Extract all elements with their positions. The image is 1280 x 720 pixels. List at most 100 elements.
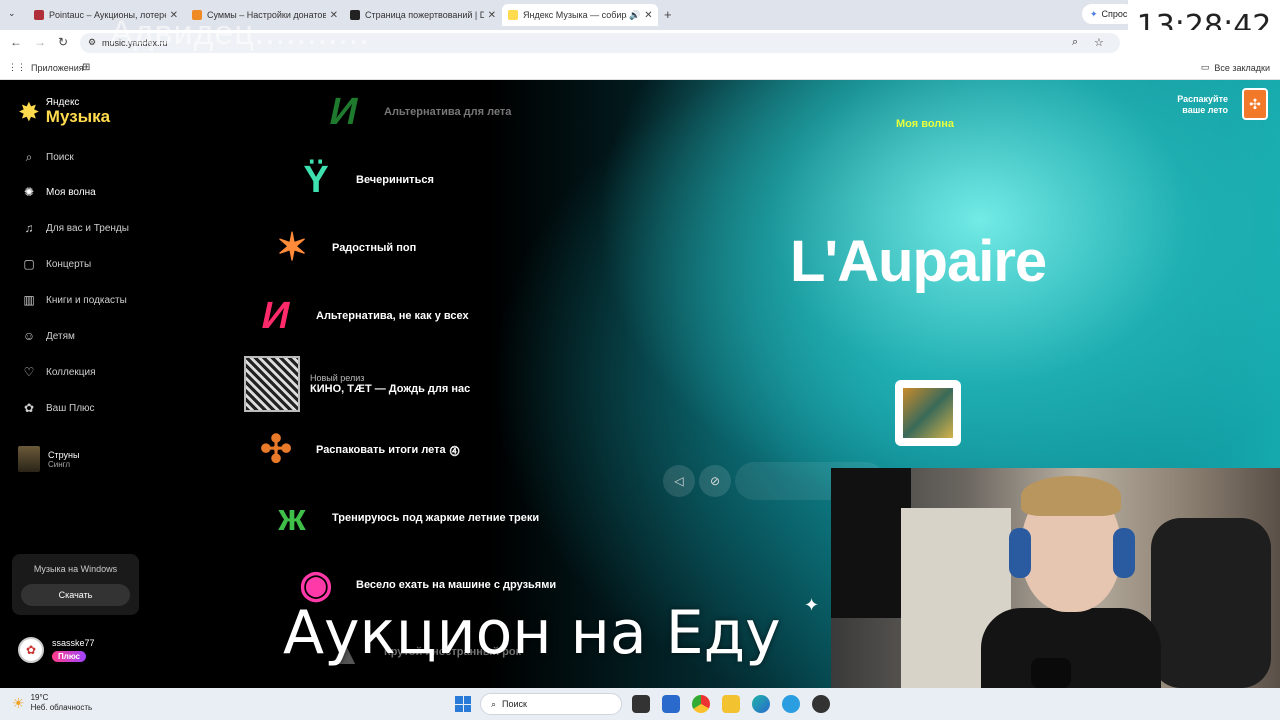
- search-icon: ⌕: [491, 698, 497, 709]
- forward-arrow-icon[interactable]: →: [34, 35, 46, 49]
- wave-shape-icon: И: [325, 91, 363, 133]
- sidebar-item-my-wave[interactable]: ✺ Моя волна: [22, 185, 96, 199]
- sparkle-icon: ✦: [1090, 8, 1098, 19]
- sidebar-item-collection[interactable]: ♡ Коллекция: [22, 365, 96, 379]
- wave-item-party[interactable]: Ÿ Вечериниться: [290, 156, 434, 204]
- tab-donation-page[interactable]: Страница пожертвований | D ✕: [344, 4, 496, 26]
- promo-butterfly-icon[interactable]: ✣: [1242, 88, 1268, 120]
- wave-shape-icon: И: [257, 295, 295, 337]
- taskbar-search[interactable]: ⌕ Поиск: [480, 693, 622, 715]
- streamer-hair: [1021, 476, 1121, 516]
- plus-badge: Плюс: [52, 651, 87, 662]
- background-monitor: [831, 468, 911, 618]
- webcam-overlay: [831, 468, 1280, 688]
- butterfly-icon: ✣: [260, 429, 292, 471]
- tab-audio-icon[interactable]: 🔊: [629, 10, 640, 21]
- sidebar-item-search[interactable]: ⌕ Поиск: [22, 150, 74, 165]
- windows-taskbar: ☀ 19°C Неб. облачность ⌕ Поиск: [0, 688, 1280, 720]
- sidebar-item-for-you[interactable]: ♫ Для вас и Тренды: [22, 221, 129, 235]
- blob-icon: ✶: [276, 227, 308, 269]
- download-button[interactable]: Скачать: [21, 584, 130, 606]
- avatar: ✿: [18, 637, 44, 663]
- telegram-icon[interactable]: [782, 695, 800, 713]
- weather-widget[interactable]: ☀ 19°C Неб. облачность: [12, 693, 92, 713]
- obs-icon[interactable]: [812, 695, 830, 713]
- broken-heart-icon: ⊘: [709, 474, 721, 488]
- back-arrow-icon[interactable]: ←: [10, 35, 22, 49]
- skip-button[interactable]: ⊘: [699, 465, 731, 497]
- reload-icon[interactable]: ↻: [58, 35, 68, 49]
- file-explorer-icon[interactable]: [722, 695, 740, 713]
- store-icon[interactable]: [662, 695, 680, 713]
- headphone-left: [1009, 528, 1031, 578]
- wave-item-happy-pop[interactable]: ✶ Радостный поп: [266, 224, 416, 272]
- tab-favicon-icon: [508, 10, 518, 20]
- volume-icon: ◁: [674, 474, 684, 488]
- tab-favicon-icon: [34, 10, 44, 20]
- tab-yandex-music[interactable]: Яндекс Музыка — собирае 🔊 ✕: [502, 4, 658, 26]
- current-track-title[interactable]: L'Aupaire: [790, 228, 1047, 295]
- tab-favicon-icon: [350, 10, 360, 20]
- task-view-icon[interactable]: [632, 695, 650, 713]
- search-icon: ⌕: [25, 150, 33, 164]
- microphone: [1031, 658, 1071, 688]
- tab-search-chevron-icon[interactable]: ⌄: [8, 8, 16, 19]
- badge-icon: ⓸: [449, 446, 460, 458]
- folder-icon: ▭: [1200, 62, 1210, 72]
- sidebar-item-kids[interactable]: ☺ Детям: [22, 329, 75, 343]
- dislike-button[interactable]: ◁: [663, 465, 695, 497]
- tab-close-icon[interactable]: ✕: [488, 10, 496, 21]
- release-cover-image: [244, 356, 300, 412]
- album-art: [903, 388, 953, 438]
- all-bookmarks[interactable]: ▭ Все закладки: [1201, 62, 1270, 73]
- site-info-icon[interactable]: ⚙: [88, 37, 96, 48]
- album-cover[interactable]: [895, 380, 961, 446]
- music-note-icon: ♫: [24, 221, 34, 235]
- tab-close-icon[interactable]: ✕: [330, 10, 338, 21]
- address-bar[interactable]: ⚙ music.yandex.ru: [80, 33, 1120, 53]
- runner-icon: ж: [278, 497, 306, 539]
- yandex-music-logo[interactable]: ✸ Яндекс Музыка: [18, 96, 110, 127]
- wave-item-summer-recap[interactable]: ✣ Распаковать итоги лета ⓸: [250, 426, 460, 474]
- chrome-icon[interactable]: [692, 695, 710, 713]
- tab-close-icon[interactable]: ✕: [644, 10, 652, 21]
- edge-icon[interactable]: [752, 695, 770, 713]
- tab-favicon-icon: [192, 10, 202, 20]
- wave-item-alt-unique[interactable]: И Альтернатива, не как у всех: [250, 292, 469, 340]
- address-text: music.yandex.ru: [102, 38, 168, 48]
- user-profile[interactable]: ✿ ssasske77 Плюс: [18, 637, 95, 663]
- apps-grid-icon: ⋮⋮: [8, 62, 26, 72]
- book-icon: ▥: [23, 293, 35, 307]
- zoom-icon[interactable]: ⌕: [1072, 36, 1078, 49]
- recent-release[interactable]: Струны Сингл: [18, 446, 79, 472]
- bookmarks-bar: ⋮⋮ Приложения ⊞ ▭ Все закладки: [0, 56, 1280, 80]
- new-tab-button[interactable]: +: [664, 7, 672, 22]
- wave-icon: ✺: [23, 185, 35, 199]
- bookmark-star-icon[interactable]: ☆: [1094, 36, 1104, 49]
- google-apps-icon[interactable]: ⊞: [82, 62, 90, 73]
- heart-icon: ♡: [23, 365, 35, 379]
- sidebar-item-concerts[interactable]: ▢ Концерты: [22, 257, 91, 271]
- new-release-item[interactable]: Новый релиз КИНО, TÆT — Дождь для нас: [244, 356, 470, 412]
- tab-donation-settings[interactable]: Суммы – Настройки донатов ✕: [186, 4, 338, 26]
- bookmark-apps[interactable]: ⋮⋮ Приложения: [8, 62, 84, 73]
- sidebar-item-books[interactable]: ▥ Книги и подкасты: [22, 293, 127, 307]
- windows-start-icon[interactable]: [455, 696, 471, 712]
- sidebar: ✸ Яндекс Музыка ⌕ Поиск ✺ Моя волна ♫ Дл…: [0, 80, 150, 688]
- sidebar-item-plus[interactable]: ✿ Ваш Плюс: [22, 401, 95, 415]
- headphone-right: [1113, 528, 1135, 578]
- cocktail-icon: Ÿ: [303, 159, 329, 201]
- windows-app-card: Музыка на Windows Скачать: [12, 554, 139, 615]
- logo-star-icon: ✸: [18, 96, 40, 127]
- tab-pointauc[interactable]: Pointauc – Аукционы, лотереи ✕: [28, 4, 178, 26]
- my-wave-title: Моя волна: [896, 118, 955, 130]
- sparkle-icon[interactable]: ✦: [804, 595, 819, 616]
- address-toolbar: ← → ↻ ⚙ music.yandex.ru ⌕ ☆: [0, 30, 1280, 56]
- stream-caption: Аукцион на Еду: [283, 598, 781, 668]
- wave-item-summer-alt[interactable]: И Альтернатива для лета: [318, 88, 512, 136]
- tab-close-icon[interactable]: ✕: [170, 10, 178, 21]
- release-thumbnail: [18, 446, 40, 472]
- wave-item-workout[interactable]: ж Тренируюсь под жаркие летние треки: [266, 494, 540, 542]
- promo-text[interactable]: Распакуйте ваше лето: [1177, 94, 1228, 116]
- ticket-icon: ▢: [23, 257, 35, 271]
